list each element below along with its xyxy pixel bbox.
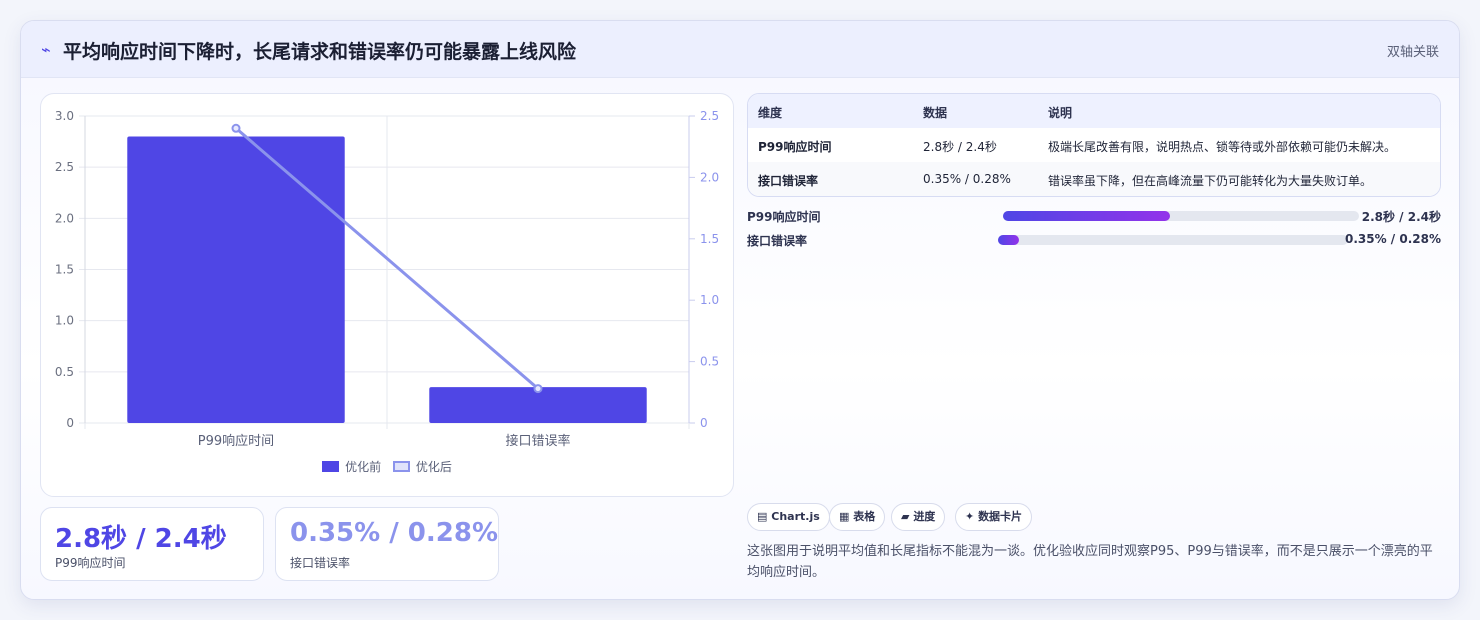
- data-table: 维度 数据 说明 P99响应时间 2.8秒 / 2.4秒 极端长尾改善有限，说明…: [747, 93, 1441, 197]
- x-tick-label: 接口错误率: [505, 433, 570, 449]
- progress-label: P99响应时间: [747, 210, 821, 224]
- y-left-tick-label: 2.5: [55, 160, 74, 174]
- y-left-tick-label: 1.5: [55, 263, 74, 277]
- progress-track: [1003, 211, 1359, 221]
- table-cell: 错误率虽下降，但在高峰流量下仍可能转化为大量失败订单。: [1048, 174, 1373, 188]
- table-cell: 极端长尾改善有限，说明热点、锁等待或外部依赖可能仍未解决。: [1048, 140, 1397, 154]
- pulse-icon: ⌁: [41, 40, 51, 59]
- progress-track: [998, 235, 1348, 245]
- table-icon: ▦: [839, 510, 850, 523]
- progress-fill: [1003, 211, 1171, 221]
- legend-swatch-after: [392, 461, 410, 472]
- bar: [127, 136, 345, 423]
- chip-label: 数据卡片: [978, 510, 1023, 523]
- chip-label: 表格: [853, 510, 876, 523]
- table-header-row: 维度 数据 说明: [748, 94, 1440, 129]
- table-header-cell: 说明: [1048, 106, 1073, 120]
- progress-row-error-rate: 接口错误率 0.35% / 0.28%: [747, 231, 1441, 249]
- sparkle-icon: ✦: [965, 510, 975, 523]
- chip-label: Chart.js: [771, 510, 820, 523]
- chip-chartjs[interactable]: ▤ Chart.js: [747, 503, 830, 531]
- stat-value: 2.8秒 / 2.4秒: [55, 524, 227, 554]
- legend-item-after[interactable]: 优化后: [392, 458, 452, 475]
- table-cell: P99响应时间: [758, 140, 832, 154]
- card-header: ⌁ 平均响应时间下降时，长尾请求和错误率仍可能暴露上线风险 双轴关联: [21, 21, 1459, 78]
- progress-row-p99: P99响应时间 2.8秒 / 2.4秒: [747, 207, 1441, 225]
- x-tick-label: P99响应时间: [198, 433, 274, 449]
- legend-item-before[interactable]: 优化前: [322, 458, 381, 475]
- chart-type-tag: 双轴关联: [1386, 45, 1439, 60]
- table-header-cell: 数据: [923, 106, 948, 120]
- y-right-tick-label: 0: [700, 416, 708, 430]
- table-cell: 2.8秒 / 2.4秒: [923, 140, 997, 154]
- chart-icon: ▤: [757, 510, 768, 523]
- legend-label-before: 优化前: [345, 460, 382, 474]
- progress-value: 0.35% / 0.28%: [1345, 232, 1441, 246]
- chart-description: 这张图用于说明平均值和长尾指标不能混为一谈。优化验收应同时观察P95、P99与错…: [747, 544, 1433, 580]
- table-cell: 0.35% / 0.28%: [923, 172, 1011, 186]
- line-point: [231, 123, 241, 133]
- y-left-tick-label: 1.0: [55, 314, 74, 328]
- stat-card-p99: 2.8秒 / 2.4秒 P99响应时间: [40, 507, 264, 581]
- progress-label: 接口错误率: [747, 234, 808, 248]
- progress-icon: ▰: [901, 510, 910, 523]
- chart-card: ⌁ 平均响应时间下降时，长尾请求和错误率仍可能暴露上线风险 双轴关联 0 0.5 1…: [20, 20, 1460, 600]
- y-right-tick-label: 0.5: [700, 355, 719, 369]
- y-left-tick-label: 0: [66, 416, 74, 430]
- chart-panel: 0 0.5 1.0 1.5 2.0 2.5 3.0 0 0.5 1.0 1.5 2.0 2.5 P99响应…: [40, 93, 734, 497]
- y-left-tick-label: 3.0: [55, 109, 74, 123]
- legend-label-after: 优化后: [415, 460, 452, 474]
- stat-label: P99响应时间: [55, 556, 126, 570]
- y-right-tick-label: 2.5: [700, 109, 719, 123]
- progress-value: 2.8秒 / 2.4秒: [1361, 210, 1441, 224]
- table-header-cell: 维度: [758, 106, 783, 120]
- stat-card-error-rate: 0.35% / 0.28% 接口错误率: [275, 507, 499, 581]
- table-row: P99响应时间 2.8秒 / 2.4秒 极端长尾改善有限，说明热点、锁等待或外部…: [748, 128, 1440, 163]
- line-point: [533, 384, 543, 394]
- chart-legend: 优化前 优化后: [41, 458, 733, 475]
- legend-swatch-before: [322, 461, 340, 472]
- table-row: 接口错误率 0.35% / 0.28% 错误率虽下降，但在高峰流量下仍可能转化为…: [748, 162, 1440, 196]
- y-left-tick-label: 0.5: [55, 365, 74, 379]
- y-right-tick-label: 2.0: [700, 170, 719, 184]
- chip-table[interactable]: ▦ 表格: [829, 503, 886, 531]
- card-title: 平均响应时间下降时，长尾请求和错误率仍可能暴露上线风险: [63, 41, 577, 63]
- dual-axis-chart: 0 0.5 1.0 1.5 2.0 2.5 3.0 0 0.5 1.0 1.5 2.0 2.5 P99响应…: [55, 109, 719, 449]
- y-left-tick-label: 2.0: [55, 211, 74, 225]
- table-cell: 接口错误率: [758, 174, 819, 188]
- stat-label: 接口错误率: [290, 556, 351, 570]
- stat-value: 0.35% / 0.28%: [290, 518, 498, 548]
- chip-label: 进度: [913, 510, 936, 523]
- y-right-tick-label: 1.0: [700, 293, 719, 307]
- chip-data-card[interactable]: ✦ 数据卡片: [955, 503, 1033, 531]
- chip-progress[interactable]: ▰ 进度: [891, 503, 946, 531]
- progress-fill: [998, 235, 1019, 245]
- y-right-tick-label: 1.5: [700, 232, 719, 246]
